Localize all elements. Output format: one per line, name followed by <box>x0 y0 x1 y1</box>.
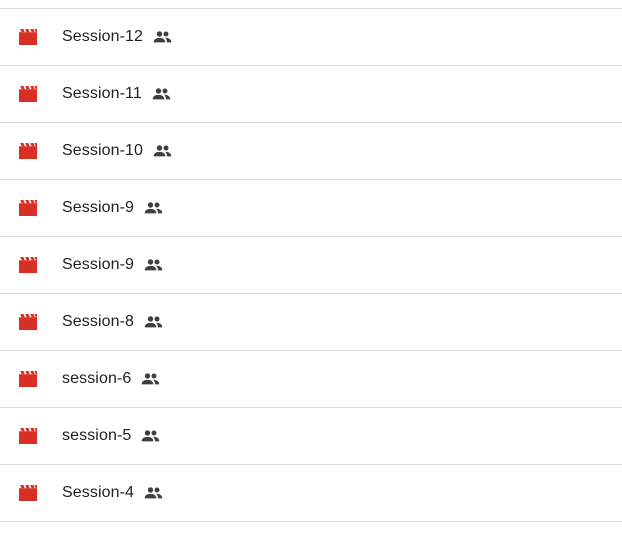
video-icon <box>17 199 39 217</box>
video-icon <box>17 142 39 160</box>
file-name: session-6 <box>62 370 132 387</box>
video-icon <box>17 28 39 46</box>
file-name: Session-8 <box>62 313 135 330</box>
shared-people-icon <box>151 86 172 102</box>
file-row[interactable]: Session-4 <box>0 465 622 522</box>
video-icon <box>17 484 39 502</box>
video-icon <box>17 427 39 445</box>
video-icon <box>17 85 39 103</box>
shared-people-icon <box>152 143 173 159</box>
file-list: Session-12 Session-11 Session-10 Session… <box>0 8 622 540</box>
file-row[interactable]: session-5 <box>0 408 622 465</box>
file-name: Session-4 <box>62 484 135 501</box>
shared-people-icon <box>152 29 173 45</box>
file-row[interactable]: Session-11 <box>0 66 622 123</box>
file-row[interactable]: Session-8 <box>0 294 622 351</box>
shared-people-icon <box>140 428 161 444</box>
file-row[interactable]: Session-10 <box>0 123 622 180</box>
video-icon <box>17 370 39 388</box>
file-name: Session-9 <box>62 256 135 273</box>
file-row[interactable]: Session-12 <box>0 9 622 66</box>
shared-people-icon <box>140 371 161 387</box>
file-name: Session-9 <box>62 199 135 216</box>
file-name: session-5 <box>62 427 132 444</box>
shared-people-icon <box>143 485 164 501</box>
file-name: Session-10 <box>62 142 144 159</box>
shared-people-icon <box>143 200 164 216</box>
shared-people-icon <box>143 314 164 330</box>
file-name: Session-12 <box>62 28 144 45</box>
file-row[interactable]: Session-9 <box>0 180 622 237</box>
video-icon <box>17 256 39 274</box>
video-icon <box>17 313 39 331</box>
file-row[interactable]: Session-9 <box>0 237 622 294</box>
file-name: Session-11 <box>62 85 142 102</box>
file-row[interactable]: session-6 <box>0 351 622 408</box>
shared-people-icon <box>143 257 164 273</box>
